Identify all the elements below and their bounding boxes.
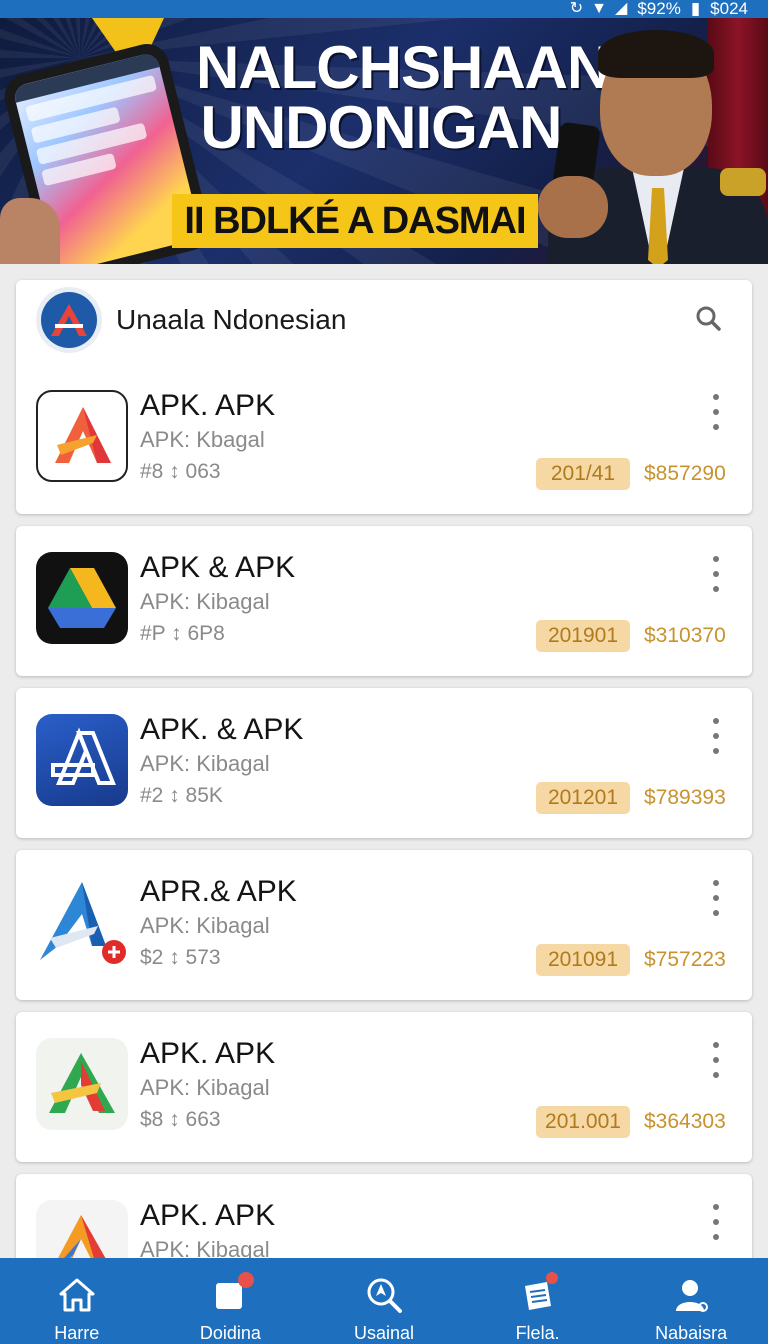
status-bar: ↻ ▼ ◢ $92% ▮ $024 xyxy=(0,0,768,18)
list-item[interactable]: APK & APK APK: Kibagal #P ↕ 6P8 201901 $… xyxy=(16,548,752,684)
store-header: Unaala Ndonesian xyxy=(16,280,752,360)
wifi-icon: ▼ xyxy=(591,0,608,17)
app-icon xyxy=(36,714,128,806)
version-badge: 201.001 xyxy=(536,1106,630,1138)
app-title: APK. APK xyxy=(140,389,276,422)
app-title: APK. APK xyxy=(140,1199,276,1232)
bottom-nav: Harre Doidina Usainal Flela. Nabaisra xyxy=(0,1258,768,1344)
profile-icon xyxy=(671,1276,711,1314)
app-meta: #8 ↕ 063 xyxy=(140,460,221,483)
app-price: $857290 xyxy=(644,462,726,485)
banner-hand-image xyxy=(0,198,60,264)
app-price: $757223 xyxy=(644,948,726,971)
app-meta: #P ↕ 6P8 xyxy=(140,622,225,645)
app-meta: #2 ↕ 85K xyxy=(140,784,223,807)
app-subtitle: APK: Kbagal xyxy=(140,427,265,452)
search-icon[interactable] xyxy=(692,302,724,334)
banner-subtitle: II BDLKÉ A DASMAI xyxy=(172,194,538,248)
home-icon xyxy=(57,1276,97,1314)
notification-dot xyxy=(238,1272,255,1288)
files-icon xyxy=(518,1272,558,1314)
app-price: $789393 xyxy=(644,786,726,809)
app-subtitle: APK: Kibagal xyxy=(140,913,270,938)
more-options-icon[interactable] xyxy=(708,556,724,592)
notification-dot xyxy=(545,1272,558,1284)
app-card: APR.& APK APK: Kibagal $2 ↕ 573 201091 $… xyxy=(16,850,752,1000)
version-badge: 201901 xyxy=(536,620,630,652)
app-icon xyxy=(36,390,128,482)
more-options-icon[interactable] xyxy=(708,1042,724,1078)
nav-label: Nabaisra xyxy=(655,1323,728,1343)
more-options-icon[interactable] xyxy=(708,1204,724,1240)
brand-logo xyxy=(36,287,102,353)
version-badge: 201091 xyxy=(536,944,630,976)
banner-officer-photo xyxy=(538,18,768,264)
status-time: $024 xyxy=(710,0,748,18)
status-icons: ↻ ▼ ◢ xyxy=(570,1,628,17)
nav-item-doidina[interactable]: Doidina xyxy=(154,1258,308,1344)
version-badge: 201201 xyxy=(536,782,630,814)
app-icon xyxy=(36,1038,128,1130)
app-card: APK. & APK APK: Kibagal #2 ↕ 85K 201201 … xyxy=(16,688,752,838)
nav-item-flela[interactable]: Flela. xyxy=(461,1258,615,1344)
nav-label: Usainal xyxy=(353,1323,414,1343)
list-item[interactable]: APK. APK APK: Kbagal #8 ↕ 063 201/41 $85… xyxy=(16,386,752,522)
search-compass-icon xyxy=(364,1276,404,1314)
banner-title-line: UNDONIGAN xyxy=(200,94,563,161)
app-meta: $2 ↕ 573 xyxy=(140,946,221,969)
app-title: APK. APK xyxy=(140,1037,276,1070)
battery-percent: $92% xyxy=(637,0,681,18)
app-meta: $8 ↕ 663 xyxy=(140,1108,221,1131)
doc-icon xyxy=(210,1272,255,1314)
app-title: APK & APK xyxy=(140,551,296,584)
app-title: APR.& APK xyxy=(140,875,297,908)
app-subtitle: APK: Kibagal xyxy=(140,751,270,776)
nav-label: Doidina xyxy=(199,1323,261,1343)
brand-name: Unaala Ndonesian xyxy=(116,304,347,335)
nav-label: Flela. xyxy=(515,1323,560,1343)
app-card: APK & APK APK: Kibagal #P ↕ 6P8 201901 $… xyxy=(16,526,752,676)
more-options-icon[interactable] xyxy=(708,880,724,916)
more-options-icon[interactable] xyxy=(708,394,724,430)
app-subtitle: APK: Kibagal xyxy=(140,589,270,614)
nav-item-usainal[interactable]: Usainal xyxy=(307,1258,461,1344)
signal-icon: ◢ xyxy=(615,0,628,17)
nav-label: Harre xyxy=(54,1323,100,1343)
version-badge: 201/41 xyxy=(536,458,630,490)
promo-banner[interactable]: NALCHSHAAN UNDONIGAN II BDLKÉ A DASMAI xyxy=(0,18,768,264)
more-options-icon[interactable] xyxy=(708,718,724,754)
banner-title-line: NALCHSHAAN xyxy=(196,34,610,101)
header-card: Unaala Ndonesian APK. APK APK: Kbagal #8… xyxy=(16,280,752,514)
list-item[interactable]: APK. APK APK: Kibagal $8 ↕ 663 201.001 $… xyxy=(16,1034,752,1170)
sync-icon: ↻ xyxy=(569,0,584,17)
app-icon xyxy=(36,876,128,968)
banner-title: NALCHSHAAN UNDONIGAN xyxy=(196,34,610,161)
nav-item-nabaisra[interactable]: Nabaisra xyxy=(614,1258,768,1344)
app-icon xyxy=(36,552,128,644)
list-item[interactable]: APK. & APK APK: Kibagal #2 ↕ 85K 201201 … xyxy=(16,710,752,846)
app-title: APK. & APK xyxy=(140,713,304,746)
nav-item-home[interactable]: Harre xyxy=(0,1258,154,1344)
battery-icon: ▮ xyxy=(690,0,701,18)
app-price: $310370 xyxy=(644,624,726,647)
app-list: Unaala Ndonesian APK. APK APK: Kbagal #8… xyxy=(16,280,752,1294)
app-subtitle: APK: Kibagal xyxy=(140,1075,270,1100)
app-card: APK. APK APK: Kibagal $8 ↕ 663 201.001 $… xyxy=(16,1012,752,1162)
app-price: $364303 xyxy=(644,1110,726,1133)
list-item[interactable]: APR.& APK APK: Kibagal $2 ↕ 573 201091 $… xyxy=(16,872,752,1008)
